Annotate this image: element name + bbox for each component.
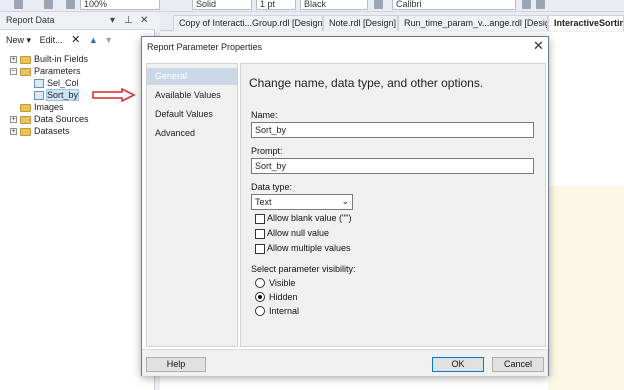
nav-item-general[interactable]: General [147, 68, 237, 85]
folder-icon [20, 103, 31, 112]
report-body-area [548, 186, 624, 390]
allow-blank-label: Allow blank value ("") [267, 213, 352, 223]
expand-icon[interactable]: + [10, 116, 17, 124]
panel-toolbar: New ▾ Edit... ✕ ▲ ▼ [0, 30, 155, 47]
ok-button[interactable]: OK [432, 357, 484, 372]
nav-item-default-values[interactable]: Default Values [147, 106, 237, 123]
format-toolbar: 100% Solid 1 pt Black Calibri [0, 0, 624, 12]
zoom-select[interactable]: 100% [80, 0, 160, 10]
document-tabstrip: Copy of Interacti...Group.rdl [Design] N… [160, 12, 624, 31]
delete-icon[interactable]: ✕ [71, 34, 80, 46]
report-parameter-properties-dialog: Report Parameter Properties ✕ General Av… [141, 36, 549, 376]
close-icon[interactable]: ✕ [533, 39, 544, 52]
panel-title: Report Data [6, 15, 55, 25]
nav-item-available-values[interactable]: Available Values [147, 87, 237, 104]
hidden-radio[interactable] [255, 292, 265, 302]
cancel-button[interactable]: Cancel [492, 357, 544, 372]
visibility-label: Select parameter visibility: [251, 264, 356, 274]
allow-null-row[interactable]: Allow null value [255, 228, 329, 239]
toolbar-icon[interactable] [44, 0, 53, 9]
nav-item-advanced[interactable]: Advanced [147, 125, 237, 142]
folder-icon [20, 127, 31, 136]
allow-multiple-row[interactable]: Allow multiple values [255, 243, 351, 254]
parameter-icon [34, 79, 44, 89]
general-page: Change name, data type, and other option… [240, 63, 546, 347]
allow-blank-row[interactable]: Allow blank value ("") [255, 213, 351, 224]
tree-item-parameters[interactable]: − Parameters [10, 65, 150, 77]
toolbar-icon[interactable] [14, 0, 23, 9]
move-up-icon[interactable]: ▲ [89, 35, 98, 45]
tree-label: Parameters [34, 66, 81, 76]
tree-item-built-in-fields[interactable]: + Built-in Fields [10, 53, 150, 65]
border-icon[interactable] [374, 0, 383, 9]
line-style-select[interactable]: Solid [192, 0, 252, 10]
tree-label: Datasets [34, 126, 70, 136]
parameter-icon [34, 91, 44, 101]
panel-menu-icon[interactable]: ▾ [110, 15, 115, 27]
pin-icon[interactable]: ⊥ [124, 15, 133, 27]
visible-label: Visible [269, 278, 296, 288]
tree-label: Built-in Fields [34, 54, 89, 64]
tab-document[interactable]: Note.rdl [Design] [323, 15, 398, 31]
move-down-icon[interactable]: ▼ [104, 35, 113, 45]
report-data-panel: Report Data ▾ ⊥ ✕ New ▾ Edit... ✕ ▲ ▼ + B… [0, 12, 155, 390]
page-heading: Change name, data type, and other option… [249, 76, 484, 90]
prompt-label: Prompt: [251, 146, 283, 156]
font-select[interactable]: Calibri [392, 0, 516, 10]
data-type-value: Text [255, 197, 272, 207]
toolbar-icon[interactable] [522, 0, 531, 9]
chevron-down-icon: ⌄ [341, 196, 349, 206]
color-select[interactable]: Black [300, 0, 368, 10]
line-width-select[interactable]: 1 pt [256, 0, 296, 10]
toolbar-icon[interactable] [536, 0, 545, 9]
tab-document-active[interactable]: InteractiveSortin... [548, 15, 624, 31]
prompt-field[interactable]: Sort_by [251, 158, 534, 174]
new-button[interactable]: New ▾ [6, 35, 31, 45]
name-label: Name: [251, 110, 278, 120]
internal-label: Internal [269, 306, 300, 316]
close-icon[interactable]: ✕ [140, 15, 148, 27]
allow-null-checkbox[interactable] [255, 228, 265, 239]
tree-item-data-sources[interactable]: + Data Sources [10, 113, 150, 125]
name-field[interactable]: Sort_by [251, 122, 534, 138]
dialog-nav: General Available Values Default Values … [146, 63, 238, 347]
tree-label: Images [34, 102, 64, 112]
tree-label: Sel_Col [47, 78, 79, 88]
folder-icon [20, 55, 31, 64]
tree-label: Data Sources [34, 114, 89, 124]
hidden-label: Hidden [269, 292, 298, 302]
edit-button[interactable]: Edit... [40, 35, 63, 45]
toolbar-icon[interactable] [66, 0, 75, 9]
collapse-icon[interactable]: − [10, 68, 17, 76]
visible-radio[interactable] [255, 278, 265, 288]
tree-label: Sort_by [45, 89, 80, 101]
tab-document[interactable]: Copy of Interacti...Group.rdl [Design] [173, 15, 323, 31]
dialog-footer: Help OK Cancel [142, 349, 548, 376]
expand-icon[interactable]: + [10, 128, 17, 136]
red-arrow-icon [92, 88, 136, 102]
data-type-select[interactable]: Text ⌄ [251, 194, 353, 210]
internal-radio[interactable] [255, 306, 265, 316]
help-button[interactable]: Help [146, 357, 206, 372]
tree-item-images[interactable]: Images [10, 101, 150, 113]
folder-open-icon [20, 67, 31, 76]
tree-item-datasets[interactable]: + Datasets [10, 125, 150, 137]
new-label: New [6, 35, 25, 45]
expand-icon[interactable]: + [10, 56, 17, 64]
tab-document[interactable]: Run_time_param_v...ange.rdl [Design] [398, 15, 548, 31]
allow-blank-checkbox[interactable] [255, 213, 265, 224]
data-type-label: Data type: [251, 182, 293, 192]
folder-icon [20, 115, 31, 124]
dialog-title: Report Parameter Properties [147, 42, 263, 52]
allow-multiple-checkbox[interactable] [255, 243, 265, 254]
allow-multiple-label: Allow multiple values [267, 243, 351, 253]
allow-null-label: Allow null value [267, 228, 330, 238]
